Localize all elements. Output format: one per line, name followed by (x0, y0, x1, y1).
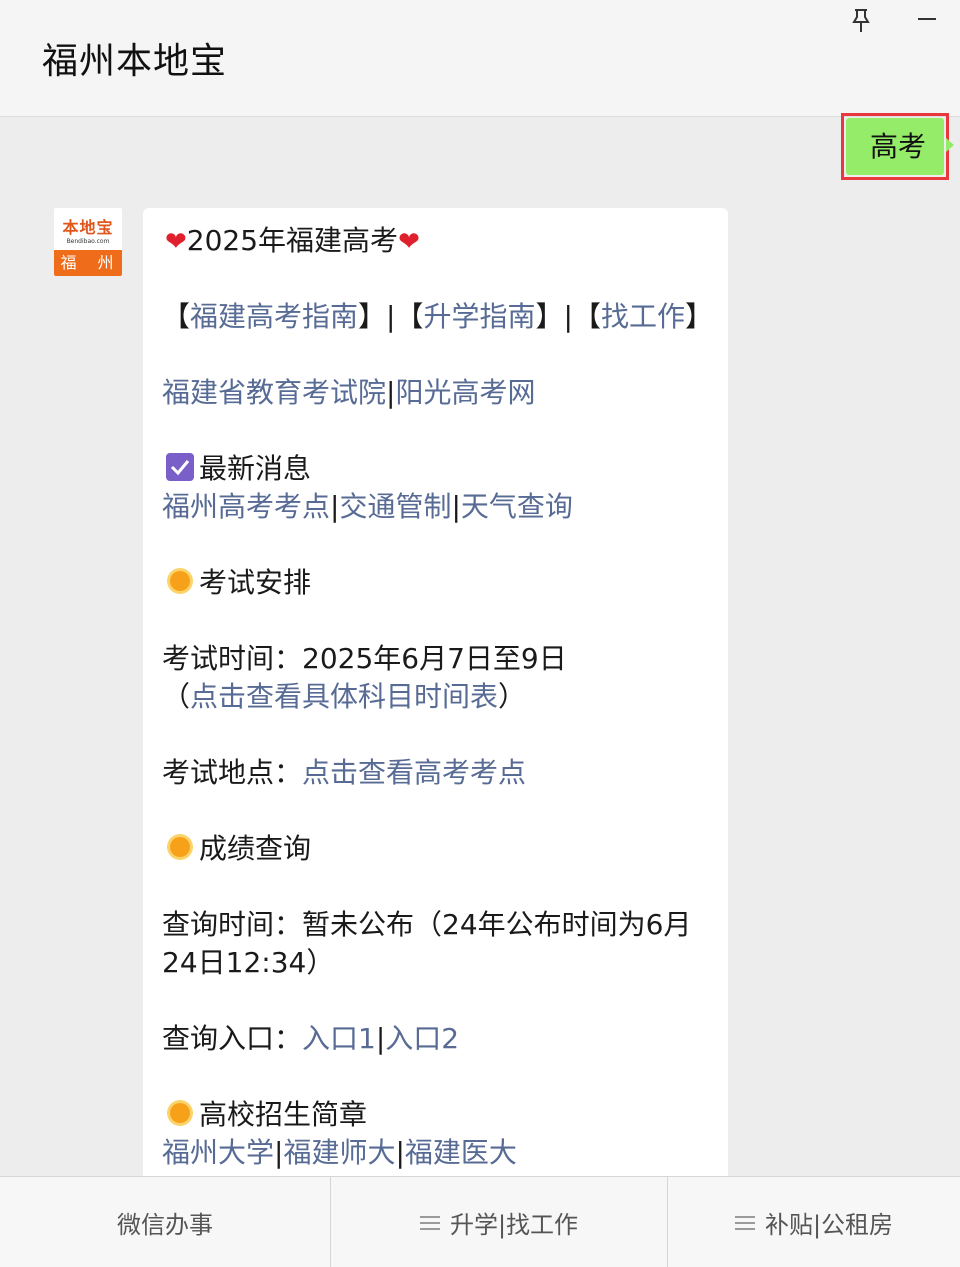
headline-text: 2025年福建高考 (186, 224, 399, 257)
score-entry-row: 查询入口：入口1|入口2 (162, 1020, 459, 1058)
exam-place-link[interactable]: 点击查看高考考点 (302, 756, 526, 789)
tab-label: 微信办事 (117, 1211, 213, 1239)
admission-heading-row: 高校招生简章 (165, 1096, 367, 1134)
sun-icon (167, 568, 193, 594)
paren-open: （ (162, 680, 191, 713)
bracket-close: 】 (685, 300, 714, 333)
separator: | (563, 300, 573, 333)
score-heading-row: 成绩查询 (165, 830, 311, 868)
avatar-city: 福 州 (54, 250, 122, 276)
pin-icon[interactable] (849, 8, 873, 34)
find-job-link[interactable]: 找工作 (601, 300, 685, 333)
heart-icon: ❤ (165, 227, 187, 257)
bracket-open: 【 (572, 300, 601, 333)
guide-link[interactable]: 福建高考指南 (190, 300, 358, 333)
checkbox-icon (166, 453, 194, 481)
admission-links-row: 福州大学|福建师大|福建医大 (162, 1134, 517, 1172)
sun-icon (167, 1100, 193, 1126)
received-message-bubble: ❤2025年福建高考❤ 【福建高考指南】|【升学指南】|【找工作】 福建省教育考… (143, 208, 728, 1188)
score-time-line1: 查询时间：暂未公布（24年公布时间为6月 (162, 908, 692, 941)
menu-icon (419, 1215, 440, 1231)
separator: | (451, 490, 461, 523)
fujian-normal-link[interactable]: 福建师大 (283, 1136, 395, 1169)
sent-bubble-tail (946, 138, 954, 152)
sent-message-text: 高考 (846, 118, 944, 175)
score-heading: 成绩查询 (199, 832, 312, 865)
exam-time-label: 考试时间： (162, 642, 303, 675)
tab-wechat-services[interactable]: 微信办事 (0, 1177, 331, 1267)
fuzhou-university-link[interactable]: 福州大学 (162, 1136, 274, 1169)
further-study-link[interactable]: 升学指南 (424, 300, 536, 333)
chat-header: 福州本地宝 (0, 0, 960, 117)
separator: | (395, 1136, 405, 1169)
tab-label: 补贴|公租房 (764, 1211, 894, 1239)
exam-site-link[interactable]: 福州高考考点 (162, 490, 330, 523)
site-links-row: 福建省教育考试院|阳光高考网 (162, 374, 535, 412)
bracket-open: 【 (162, 300, 191, 333)
exam-heading: 考试安排 (199, 566, 312, 599)
entry2-link[interactable]: 入口2 (385, 1022, 459, 1055)
tab-label: 升学|找工作 (449, 1211, 579, 1239)
exam-authority-link[interactable]: 福建省教育考试院 (162, 376, 386, 409)
nav-links-row: 【福建高考指南】|【升学指南】|【找工作】 (162, 298, 713, 336)
bracket-close: 】 (358, 300, 387, 333)
avatar[interactable]: 本地宝 Bendibao.com 福 州 (54, 208, 122, 276)
chat-title: 福州本地宝 (42, 41, 228, 82)
exam-time-value: 2025年6月7日至9日 (302, 642, 567, 675)
weather-link[interactable]: 天气查询 (461, 490, 573, 523)
exam-place-label: 考试地点： (162, 756, 303, 789)
traffic-control-link[interactable]: 交通管制 (339, 490, 451, 523)
tab-subsidy-housing[interactable]: 补贴|公租房 (668, 1177, 960, 1267)
fujian-medical-link[interactable]: 福建医大 (405, 1136, 517, 1169)
exam-heading-row: 考试安排 (165, 564, 311, 602)
latest-heading: 最新消息 (199, 452, 312, 485)
exam-time-row: 考试时间：2025年6月7日至9日 (162, 640, 567, 678)
headline-row: ❤2025年福建高考❤ (165, 222, 420, 261)
tab-study-jobs[interactable]: 升学|找工作 (331, 1177, 668, 1267)
avatar-url: Bendibao.com (66, 238, 110, 245)
separator: | (375, 1022, 386, 1055)
minimize-icon[interactable] (917, 9, 937, 29)
sun-icon (167, 834, 193, 860)
exam-place-row: 考试地点：点击查看高考考点 (162, 754, 526, 792)
score-time-line2: 24日12:34） (162, 946, 335, 979)
schedule-row: （点击查看具体科目时间表） (162, 678, 526, 716)
bracket-close: 】 (535, 300, 564, 333)
score-entry-label: 查询入口： (162, 1022, 303, 1055)
schedule-link[interactable]: 点击查看具体科目时间表 (190, 680, 498, 713)
heart-icon: ❤ (398, 227, 420, 257)
admission-heading: 高校招生简章 (199, 1098, 368, 1131)
latest-heading-row: 最新消息 (165, 450, 311, 488)
paren-close: ） (498, 680, 527, 713)
latest-links-row: 福州高考考点|交通管制|天气查询 (162, 488, 573, 526)
bottom-menu: 微信办事 升学|找工作 补贴|公租房 (0, 1176, 960, 1267)
sunshine-gaokao-link[interactable]: 阳光高考网 (395, 376, 535, 409)
bracket-open: 【 (395, 300, 424, 333)
entry1-link[interactable]: 入口1 (302, 1022, 376, 1055)
sent-message-bubble: 高考 (841, 113, 949, 180)
menu-icon (734, 1215, 755, 1231)
